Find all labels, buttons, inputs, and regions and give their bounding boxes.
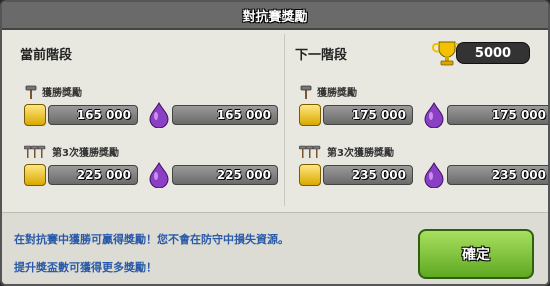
triple-hammer-icon xyxy=(299,145,321,158)
dialog-footer: 在對抗賽中獲勝可贏得獎勵！您不會在防守中損失資源。 提升獎盃數可獲得更多獎勵！ … xyxy=(2,212,548,284)
dialog-titlebar: 對抗賽獎勵 xyxy=(2,2,548,30)
win-bonus-elixir-value: 165 000 xyxy=(172,105,278,125)
next-third-win-label-row: 第3次獲勝獎勵 xyxy=(299,144,394,159)
win-bonus-values: 165 000 165 000 xyxy=(24,102,278,128)
elixir-icon xyxy=(424,102,444,128)
rewards-dialog: 對抗賽獎勵 當前階段 獲勝獎勵 165 000 165 000 第3次獲勝獎勵 … xyxy=(0,0,550,286)
elixir-icon xyxy=(149,162,169,188)
third-win-elixir-value: 225 000 xyxy=(172,165,278,185)
current-league-heading: 當前階段 xyxy=(20,48,73,63)
next-third-win-values: 235 000 235 000 xyxy=(299,162,548,188)
next-win-bonus-gold-value: 175 000 xyxy=(323,105,413,125)
elixir-icon xyxy=(424,162,444,188)
triple-hammer-icon xyxy=(24,145,46,158)
third-win-gold-value: 225 000 xyxy=(48,165,138,185)
footer-info-line-1: 在對抗賽中獲勝可贏得獎勵！您不會在防守中損失資源。 xyxy=(14,233,289,246)
next-win-bonus-elixir-value: 175 000 xyxy=(447,105,548,125)
ok-button-label: 確定 xyxy=(462,247,490,263)
next-third-win-label: 第3次獲勝獎勵 xyxy=(327,148,394,159)
gold-icon xyxy=(24,164,46,186)
hammer-icon xyxy=(300,85,312,99)
hammer-icon xyxy=(25,85,37,99)
next-third-win-elixir-value: 235 000 xyxy=(447,165,548,185)
gold-icon xyxy=(24,104,46,126)
next-league-panel: 下一階段 5000 獲勝獎勵 175 000 175 000 第3次獲勝獎勵 2… xyxy=(284,34,548,206)
footer-info-line-2: 提升獎盃數可獲得更多獎勵！ xyxy=(14,261,157,274)
ok-button[interactable]: 確定 xyxy=(418,229,534,279)
trophy-count: 5000 xyxy=(456,42,530,64)
current-league-panel: 當前階段 獲勝獎勵 165 000 165 000 第3次獲勝獎勵 225 00… xyxy=(10,34,278,206)
win-bonus-gold-value: 165 000 xyxy=(48,105,138,125)
third-win-label: 第3次獲勝獎勵 xyxy=(52,148,119,159)
elixir-icon xyxy=(149,102,169,128)
third-win-label-row: 第3次獲勝獎勵 xyxy=(24,144,119,159)
next-league-heading: 下一階段 xyxy=(295,48,348,63)
next-win-bonus-label: 獲勝獎勵 xyxy=(317,88,357,99)
third-win-values: 225 000 225 000 xyxy=(24,162,278,188)
gold-icon xyxy=(299,164,321,186)
next-win-bonus-values: 175 000 175 000 xyxy=(299,102,548,128)
next-third-win-gold-value: 235 000 xyxy=(323,165,413,185)
trophy-requirement: 5000 xyxy=(432,40,532,66)
dialog-title: 對抗賽獎勵 xyxy=(242,9,308,25)
gold-icon xyxy=(299,104,321,126)
next-win-bonus-label-row: 獲勝獎勵 xyxy=(299,84,357,99)
win-bonus-label: 獲勝獎勵 xyxy=(42,88,82,99)
win-bonus-label-row: 獲勝獎勵 xyxy=(24,84,82,99)
